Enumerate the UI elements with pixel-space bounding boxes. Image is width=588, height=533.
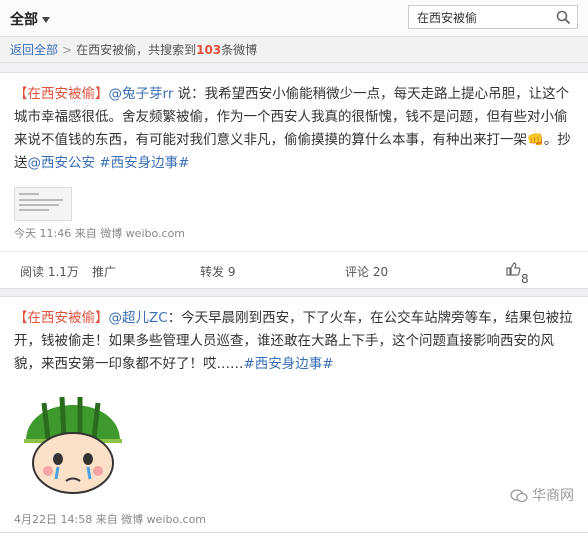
- thumbs-up-icon: [506, 262, 521, 276]
- hashtag-link[interactable]: #西安身边事#: [244, 356, 334, 372]
- like-count: 8: [521, 272, 529, 286]
- result-prefix: ，共搜索到: [136, 43, 197, 57]
- fist-emoji-icon: 👊: [527, 132, 544, 148]
- promote-button[interactable]: 推广: [92, 263, 116, 280]
- post-text: 【在西安被偷】@兔子芽rr 说：我希望西安小偷能稍微少一点，每天走路上提心吊胆，…: [0, 73, 588, 175]
- author-link[interactable]: @超儿ZC: [109, 310, 168, 326]
- filter-label: 全部: [10, 12, 38, 28]
- post-keyword[interactable]: 【在西安被偷】: [14, 86, 109, 102]
- weibo-post: 【在西安被偷】@超儿ZC：今天早晨刚到西安，下了火车，在公交车站牌旁等车，结果包…: [0, 296, 588, 533]
- action-bar: 阅读 1.1万 推广 转发 9 评论 20 8: [0, 251, 588, 288]
- result-count: 103: [196, 43, 222, 57]
- post-keyword[interactable]: 【在西安被偷】: [14, 310, 109, 326]
- breadcrumb-separator: >: [62, 43, 73, 57]
- search-box[interactable]: [408, 5, 578, 29]
- read-count: 阅读 1.1万: [20, 265, 79, 279]
- hashtag-link[interactable]: #西安身边事#: [95, 155, 189, 171]
- search-input[interactable]: [413, 8, 551, 26]
- post-image-thumbnail[interactable]: [14, 187, 72, 221]
- comment-button[interactable]: 评论 20: [345, 263, 388, 280]
- breadcrumb: 返回全部 > 在西安被偷，共搜索到103条微博: [0, 37, 588, 63]
- search-icon[interactable]: [556, 10, 571, 29]
- weibo-post: 【在西安被偷】@兔子芽rr 说：我希望西安小偷能稍微少一点，每天走路上提心吊胆，…: [0, 72, 588, 289]
- like-button[interactable]: 8: [505, 261, 529, 286]
- repost-button[interactable]: 转发 9: [200, 263, 235, 280]
- wechat-icon: [509, 489, 528, 503]
- breadcrumb-query: 在西安被偷: [76, 43, 137, 57]
- author-link[interactable]: @兔子芽rr: [109, 86, 174, 102]
- back-link[interactable]: 返回全部: [10, 43, 58, 57]
- watermark-label: 华商网: [532, 488, 574, 504]
- mention-link[interactable]: @西安公安: [28, 155, 96, 171]
- caret-down-icon: [42, 17, 50, 23]
- watermark: 华商网: [509, 485, 574, 505]
- post-meta: 今天 11:46 来自 微博 weibo.com: [14, 227, 186, 240]
- watermelon-helmet-cartoon-icon: [24, 396, 122, 494]
- top-bar: 全部: [0, 0, 588, 37]
- post-image[interactable]: [14, 383, 132, 495]
- post-text: 【在西安被偷】@超儿ZC：今天早晨刚到西安，下了火车，在公交车站牌旁等车，结果包…: [0, 297, 588, 376]
- result-suffix: 条微博: [221, 43, 258, 57]
- filter-dropdown[interactable]: 全部: [10, 9, 50, 29]
